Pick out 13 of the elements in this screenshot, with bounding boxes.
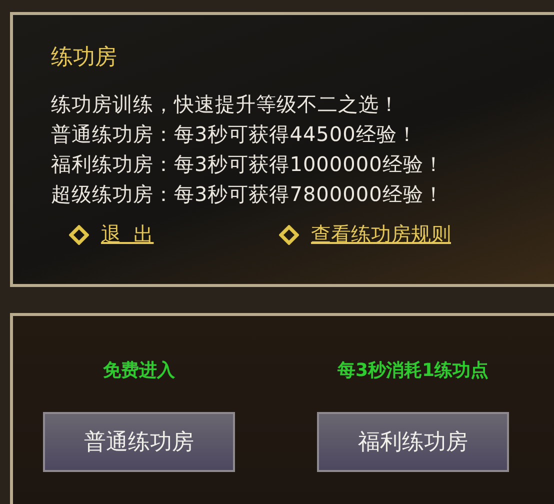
info-text: 福利练功房：每3秒可获得1000000经验！	[51, 151, 445, 178]
room-button[interactable]: 福利练功房	[317, 412, 509, 472]
link[interactable]: 查看练功房规则	[311, 221, 451, 248]
room-note: 免费进入	[103, 359, 175, 383]
info-text: 练功房训练，快速提升等级不二之选！	[51, 91, 400, 118]
info-text: 普通练功房：每3秒可获得44500经验！	[51, 121, 418, 148]
link[interactable]: 退 出	[101, 221, 154, 248]
diamond-icon	[279, 224, 299, 244]
diamond-icon	[69, 224, 89, 244]
room-button[interactable]: 普通练功房	[43, 412, 235, 472]
panel-title: 练功房	[51, 44, 118, 72]
room-note: 每3秒消耗1练功点	[337, 359, 489, 383]
info-text: 超级练功房：每3秒可获得7800000经验！	[51, 181, 445, 208]
